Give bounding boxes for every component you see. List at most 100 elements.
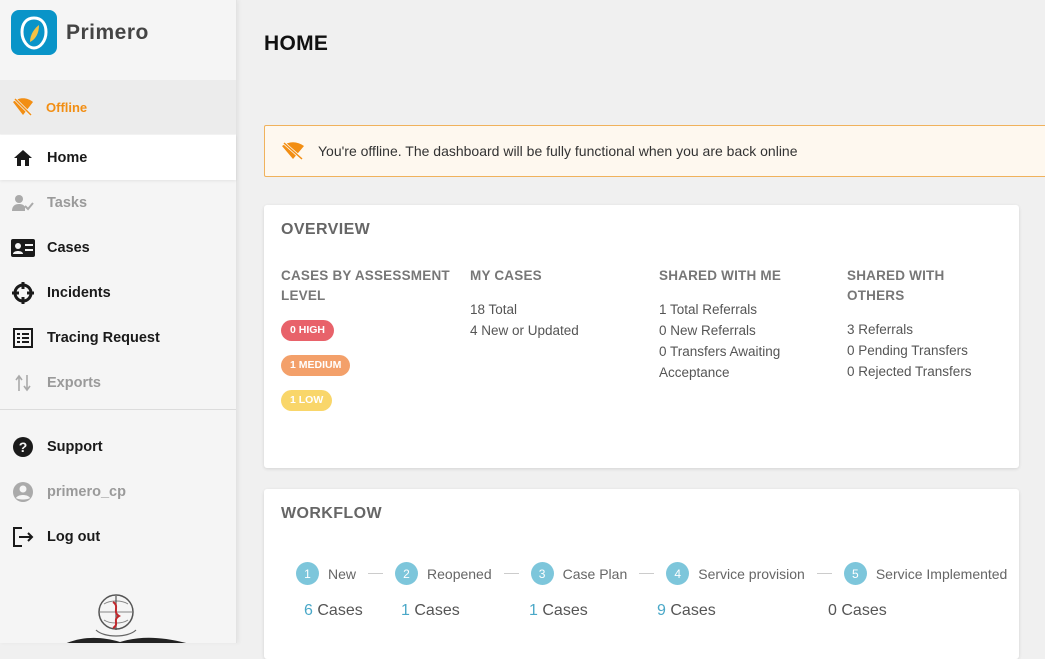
sidebar-item-user[interactable]: primero_cp	[0, 469, 236, 514]
step-number: 1	[296, 562, 319, 585]
step-number: 5	[843, 562, 867, 585]
sidebar-item-label: Tasks	[47, 194, 88, 211]
workflow-steps: 1 New 2 Reopened 3 Case Plan 4 Service p…	[296, 562, 1007, 585]
tracing-request-icon	[11, 326, 35, 350]
new-referrals-link[interactable]: 0 New Referrals	[659, 320, 829, 341]
assessment-level-section: CASES BY ASSESSMENT LEVEL 0 HIGH 1 MEDIU…	[281, 266, 451, 425]
workflow-title: WORKFLOW	[281, 505, 382, 522]
workflow-step-new[interactable]: 1 New	[296, 562, 356, 585]
tasks-icon	[11, 191, 35, 215]
count-value: 1	[529, 602, 538, 619]
step-name: Service Implemented	[875, 565, 1008, 582]
sidebar-secondary-nav: ? Support primero_cp Log out	[0, 424, 236, 559]
step-name: Service provision	[698, 565, 805, 582]
primero-logo-icon	[11, 10, 57, 55]
sidebar-item-incidents[interactable]: Incidents	[0, 270, 236, 315]
sidebar-item-label: Cases	[47, 239, 90, 256]
count-value: 1	[401, 602, 410, 619]
step-connector	[816, 573, 832, 574]
home-icon	[11, 146, 35, 170]
high-badge[interactable]: 0 HIGH	[281, 320, 335, 341]
workflow-step-reopened[interactable]: 2 Reopened	[395, 562, 492, 585]
partner-logo-icon	[60, 632, 190, 643]
sidebar-divider	[0, 409, 236, 410]
step-name: Reopened	[427, 565, 492, 582]
rejected-transfers-link[interactable]: 0 Rejected Transfers	[847, 361, 1007, 382]
overview-title: OVERVIEW	[281, 221, 371, 238]
total-referrals-link[interactable]: 1 Total Referrals	[659, 299, 829, 320]
step-connector	[639, 573, 655, 574]
my-cases-new-link[interactable]: 4 New or Updated	[470, 320, 640, 341]
workflow-step-service-provision[interactable]: 4 Service provision	[666, 562, 805, 585]
offline-status: Offline	[0, 80, 236, 134]
count-unit: Cases	[841, 602, 887, 619]
pending-transfers-link[interactable]: 0 Pending Transfers	[847, 340, 1007, 361]
logout-icon	[11, 525, 35, 549]
workflow-count-service-implemented[interactable]: 0 Cases	[828, 602, 887, 620]
exports-icon	[11, 371, 35, 395]
sidebar-item-label: Log out	[47, 528, 101, 545]
sidebar-item-tasks[interactable]: Tasks	[0, 180, 236, 225]
step-number: 2	[395, 562, 419, 585]
count-value: 0	[828, 602, 837, 619]
transfers-awaiting-link[interactable]: 0 Transfers Awaiting Acceptance	[659, 341, 794, 383]
workflow-card: WORKFLOW 1 New 2 Reopened 3 Case Plan 4 …	[264, 489, 1019, 659]
sidebar-item-tracing-request[interactable]: Tracing Request	[0, 315, 236, 360]
medium-badge[interactable]: 1 MEDIUM	[281, 355, 351, 376]
count-value: 6	[304, 602, 313, 619]
shared-with-me-section: SHARED WITH ME 1 Total Referrals 0 New R…	[659, 266, 829, 383]
step-connector	[503, 573, 519, 574]
sidebar-item-label: Support	[47, 438, 103, 455]
wifi-off-icon	[281, 141, 305, 161]
referrals-link[interactable]: 3 Referrals	[847, 319, 1007, 340]
sidebar-item-label: Home	[47, 149, 88, 166]
sidebar-item-label: Tracing Request	[47, 329, 160, 346]
step-name: New	[328, 565, 357, 582]
my-cases-header: MY CASES	[470, 268, 542, 283]
sidebar: Primero Offline Home Tasks Cases Inciden…	[0, 0, 237, 643]
my-cases-section: MY CASES 18 Total 4 New or Updated	[470, 266, 640, 341]
workflow-step-service-implemented[interactable]: 5 Service Implemented	[843, 562, 1008, 585]
step-number: 3	[530, 562, 554, 585]
overview-card: OVERVIEW CASES BY ASSESSMENT LEVEL 0 HIG…	[264, 205, 1019, 468]
app-logo[interactable]: Primero	[11, 10, 149, 55]
count-unit: Cases	[414, 602, 460, 619]
main-content: HOME You're offline. The dashboard will …	[236, 0, 1045, 659]
sidebar-item-label: Incidents	[47, 284, 111, 301]
workflow-count-case-plan[interactable]: 1 Cases	[529, 602, 588, 620]
sidebar-item-label: Exports	[47, 374, 101, 391]
offline-banner: You're offline. The dashboard will be fu…	[264, 125, 1045, 177]
page-title: HOME	[264, 32, 329, 55]
workflow-count-new[interactable]: 6 Cases	[304, 602, 363, 620]
sidebar-item-home[interactable]: Home	[0, 135, 236, 180]
step-name: Case Plan	[562, 565, 628, 582]
cases-icon	[11, 236, 35, 260]
sidebar-item-logout[interactable]: Log out	[0, 514, 236, 559]
svg-text:?: ?	[19, 439, 28, 455]
count-unit: Cases	[670, 602, 716, 619]
workflow-step-case-plan[interactable]: 3 Case Plan	[530, 562, 628, 585]
sidebar-item-support[interactable]: ? Support	[0, 424, 236, 469]
help-icon: ?	[11, 435, 35, 459]
workflow-counts: 6 Cases 1 Cases 1 Cases 9 Cases 0 Cases	[264, 602, 1019, 622]
workflow-count-service-provision[interactable]: 9 Cases	[657, 602, 716, 620]
offline-label: Offline	[46, 99, 88, 115]
offline-banner-message: You're offline. The dashboard will be fu…	[318, 143, 798, 159]
shared-with-others-section: SHARED WITH OTHERS 3 Referrals 0 Pending…	[847, 266, 1007, 382]
workflow-count-reopened[interactable]: 1 Cases	[401, 602, 460, 620]
incidents-icon	[11, 281, 35, 305]
user-icon	[11, 480, 35, 504]
sidebar-item-label: primero_cp	[47, 483, 126, 500]
my-cases-total-link[interactable]: 18 Total	[470, 299, 640, 320]
step-number: 4	[666, 562, 690, 585]
sidebar-item-exports[interactable]: Exports	[0, 360, 236, 405]
step-connector	[368, 573, 384, 574]
low-badge[interactable]: 1 LOW	[281, 390, 333, 411]
wifi-off-icon	[12, 97, 34, 117]
count-value: 9	[657, 602, 666, 619]
count-unit: Cases	[317, 602, 363, 619]
count-unit: Cases	[542, 602, 588, 619]
assessment-level-header: CASES BY ASSESSMENT LEVEL	[281, 268, 450, 303]
sidebar-nav: Home Tasks Cases Incidents Tracing Reque…	[0, 135, 236, 405]
sidebar-item-cases[interactable]: Cases	[0, 225, 236, 270]
